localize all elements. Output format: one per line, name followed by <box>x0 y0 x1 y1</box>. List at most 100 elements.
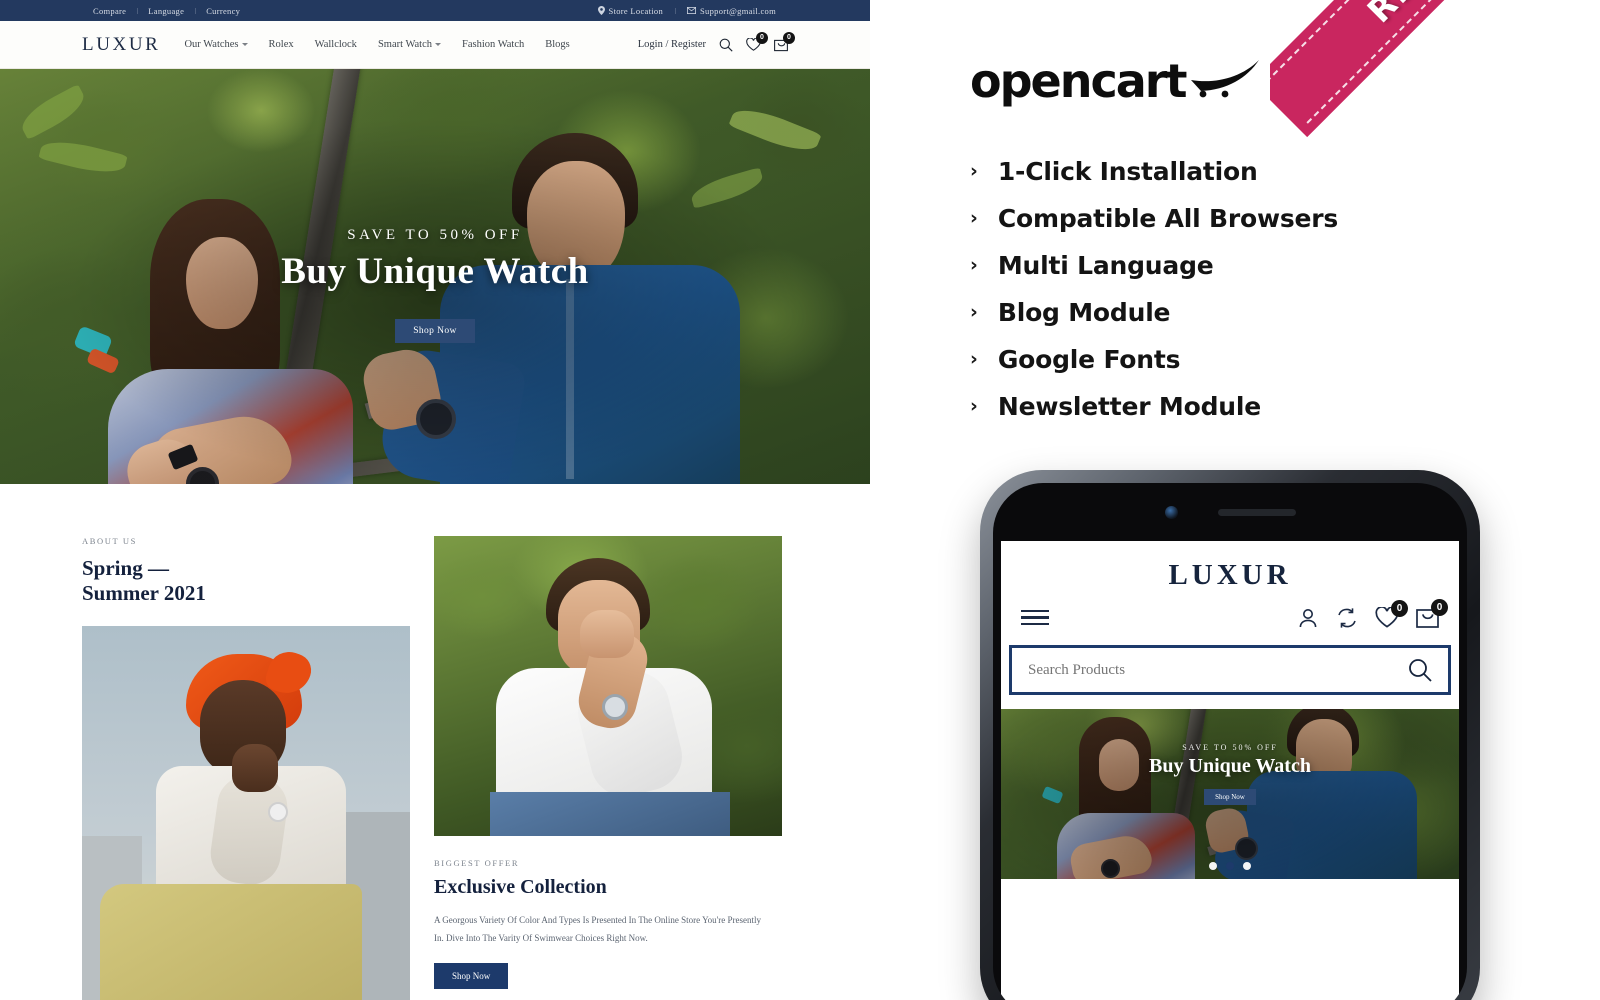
about-column: ABOUT US Spring — Summer 2021 <box>82 536 412 1000</box>
support-email-link[interactable]: Support@gmail.com <box>675 6 788 16</box>
feature-label: Blog Module <box>997 298 1171 327</box>
store-location-link[interactable]: Store Location <box>586 6 675 16</box>
chevron-down-icon <box>435 43 442 46</box>
offer-body: BIGGEST OFFER Exclusive Collection A Geo… <box>434 836 782 989</box>
carousel-dot-2[interactable] <box>1226 862 1234 870</box>
mobile-store-logo[interactable]: LUXUR <box>1001 541 1459 592</box>
nav-label: Wallclock <box>314 39 357 50</box>
utility-topbar: Compare Language Currency Store Location <box>0 0 870 21</box>
storefront-preview: Compare Language Currency Store Location <box>0 0 870 1000</box>
main-header: LUXUR Our Watches Rolex Wallclock Smart … <box>0 21 870 69</box>
compare-refresh-icon <box>1338 607 1356 628</box>
store-logo[interactable]: LUXUR <box>82 34 160 56</box>
chevron-right-icon: › <box>970 348 978 370</box>
hamburger-menu-icon[interactable] <box>1021 609 1049 626</box>
envelope-icon <box>687 7 697 14</box>
shopping-cart-icon <box>1191 60 1260 98</box>
chevron-right-icon: › <box>970 301 978 323</box>
primary-nav: Our Watches Rolex Wallclock Smart Watch … <box>184 39 569 50</box>
support-email-label: Support@gmail.com <box>700 5 776 16</box>
opencart-wordmark: opencart <box>970 54 1187 108</box>
nav-item-our-watches[interactable]: Our Watches <box>184 39 248 50</box>
feature-item-newsletter-module: › Newsletter Module <box>970 383 1440 430</box>
hero-copy: SAVE TO 50% OFF Buy Unique Watch Shop No… <box>0 227 870 343</box>
mobile-hero-shop-now-button[interactable]: Shop Now <box>1204 789 1256 805</box>
opencart-logo: opencart <box>970 58 1263 104</box>
promo-banner-stage: Compare Language Currency Store Location <box>0 0 1600 1000</box>
offer-column: BIGGEST OFFER Exclusive Collection A Geo… <box>434 536 782 1000</box>
phone-mockup: LUXUR 0 0 Search Products SAVE TO 50% OF… <box>980 470 1480 1000</box>
mobile-wishlist-count-badge: 0 <box>1391 600 1408 617</box>
mobile-hero-title: Buy Unique Watch <box>1149 755 1311 777</box>
nav-label: Our Watches <box>184 39 239 50</box>
offer-heading: Exclusive Collection <box>434 876 607 898</box>
wishlist-count-badge: 0 <box>756 32 768 44</box>
phone-notch <box>1001 483 1459 541</box>
chevron-right-icon: › <box>970 207 978 229</box>
nav-item-rolex[interactable]: Rolex <box>269 39 294 50</box>
nav-label: Smart Watch <box>377 39 433 50</box>
offer-image <box>434 536 782 836</box>
topbar-left-links: Compare Language Currency <box>82 6 251 16</box>
location-pin-icon <box>597 6 605 15</box>
mobile-search-bar[interactable] <box>1009 645 1451 695</box>
about-heading-line1: Spring — <box>82 556 169 580</box>
about-heading-line2: Summer 2021 <box>82 580 206 605</box>
wishlist-button[interactable]: 0 <box>746 32 768 51</box>
search-icon <box>719 38 733 52</box>
search-button[interactable] <box>719 38 733 52</box>
front-camera-icon <box>1164 505 1178 519</box>
nav-item-fashion-watch[interactable]: Fashion Watch <box>462 39 524 50</box>
feature-label: Newsletter Module <box>997 392 1261 421</box>
hero-kicker: SAVE TO 50% OFF <box>347 227 523 243</box>
nav-label: Fashion Watch <box>462 39 525 50</box>
chevron-right-icon: › <box>970 160 978 182</box>
nav-item-blogs[interactable]: Blogs <box>545 39 570 50</box>
hero-banner[interactable]: SAVE TO 50% OFF Buy Unique Watch Shop No… <box>0 69 870 484</box>
feature-label: Google Fonts <box>997 345 1181 374</box>
mobile-wishlist-button[interactable]: 0 <box>1375 600 1408 628</box>
carousel-dot-3[interactable] <box>1243 862 1251 870</box>
offer-eyebrow: BIGGEST OFFER <box>434 858 520 868</box>
header-actions: Login / Register 0 0 <box>638 31 795 52</box>
earpiece-speaker <box>1217 508 1296 516</box>
offer-paragraph: A Georgous Variety Of Color And Types Is… <box>434 915 762 943</box>
search-icon[interactable] <box>1408 658 1432 682</box>
topbar-link-language[interactable]: Language <box>137 6 195 16</box>
topbar-link-currency[interactable]: Currency <box>195 6 251 16</box>
phone-body: LUXUR 0 0 Search Products SAVE TO 50% OF… <box>993 483 1467 1000</box>
mobile-account-button[interactable] <box>1297 607 1319 629</box>
carousel-dot-1[interactable] <box>1209 862 1217 870</box>
about-heading: Spring — Summer 2021 <box>82 556 412 606</box>
feature-item-google-fonts: › Google Fonts <box>970 336 1440 383</box>
nav-item-wallclock[interactable]: Wallclock <box>315 39 357 50</box>
mobile-cart-button[interactable]: 0 <box>1416 599 1448 629</box>
mobile-hero-slider[interactable]: SAVE TO 50% OFF Buy Unique Watch Shop No… <box>1001 709 1459 879</box>
hero-shop-now-button[interactable]: Shop Now <box>395 319 475 343</box>
mobile-hero-copy: SAVE TO 50% OFF Buy Unique Watch Shop No… <box>1001 743 1459 805</box>
feature-label: 1-Click Installation <box>997 157 1258 186</box>
offer-shop-now-button[interactable]: Shop Now <box>434 963 509 989</box>
mobile-compare-button[interactable] <box>1336 607 1358 629</box>
nav-label: Blogs <box>545 39 570 50</box>
carousel-dots <box>1001 862 1459 870</box>
mobile-header-icons: 0 0 <box>1001 592 1459 629</box>
chevron-right-icon: › <box>970 395 978 417</box>
mobile-cart-count-badge: 0 <box>1431 599 1448 616</box>
nav-label: Rolex <box>268 39 294 50</box>
cart-button[interactable]: 0 <box>774 31 795 52</box>
chevron-down-icon <box>241 43 248 46</box>
ribbon-label: RESPONSIVE <box>1359 0 1567 30</box>
about-image <box>82 625 410 1000</box>
mobile-action-icons: 0 0 <box>1297 599 1448 629</box>
about-eyebrow: ABOUT US <box>82 536 137 546</box>
mobile-search-input[interactable] <box>1028 661 1408 679</box>
hero-title: Buy Unique Watch <box>281 251 589 292</box>
login-register-link[interactable]: Login / Register <box>638 39 706 50</box>
feature-label: Multi Language <box>997 251 1214 280</box>
nav-item-smart-watch[interactable]: Smart Watch <box>377 39 442 50</box>
cart-count-badge: 0 <box>783 31 795 44</box>
phone-screen: LUXUR 0 0 Search Products SAVE TO 50% OF… <box>1001 541 1459 1000</box>
chevron-right-icon: › <box>970 254 978 276</box>
topbar-link-compare[interactable]: Compare <box>82 6 137 16</box>
